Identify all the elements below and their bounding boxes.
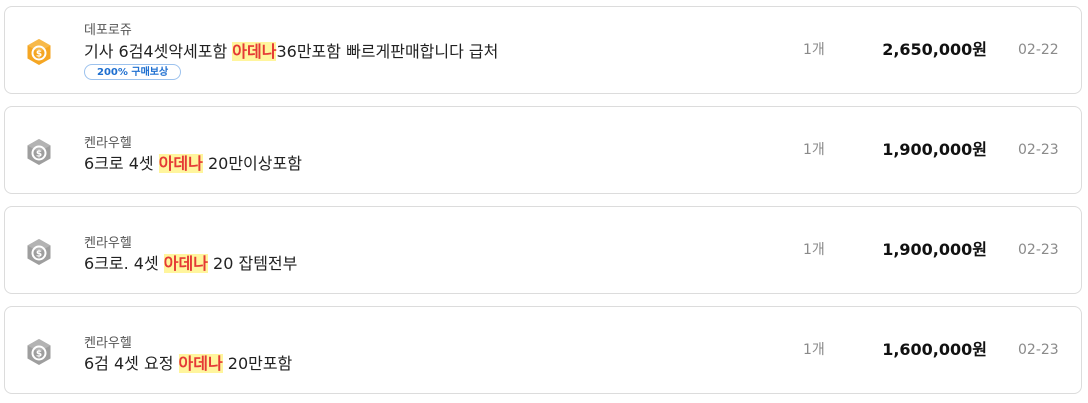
svg-text:$: $ xyxy=(36,250,42,260)
title-text: 6검 4셋 요정 xyxy=(84,354,179,373)
listing-title[interactable]: 6크로 4셋 아데나 20만이상포함 xyxy=(84,150,302,174)
date: 02-23 xyxy=(1018,242,1059,258)
svg-text:$: $ xyxy=(36,350,42,360)
title-text: 20만이상포함 xyxy=(202,154,302,173)
keyword-highlight: 아데나 xyxy=(158,154,203,173)
quantity: 1개 xyxy=(803,242,825,258)
quantity: 1개 xyxy=(803,342,825,358)
title-text: 기사 6검4셋악세포함 xyxy=(84,42,233,61)
listing-row[interactable]: $ 데포로쥬 기사 6검4셋악세포함 아데나36만포함 빠르게판매합니다 급처 … xyxy=(4,6,1082,94)
gold-hexagon-coin-icon: $ xyxy=(25,38,53,66)
keyword-highlight: 아데나 xyxy=(232,42,277,61)
listing-info: 켄라우헬 6크로. 4셋 아데나 20 잡템전부 xyxy=(84,207,764,293)
gray-hexagon-coin-icon: $ xyxy=(25,338,53,366)
date: 02-23 xyxy=(1018,342,1059,358)
listing-info: 데포로쥬 기사 6검4셋악세포함 아데나36만포함 빠르게판매합니다 급처 20… xyxy=(84,7,764,93)
price: 2,650,000원 xyxy=(882,40,987,59)
server-name: 켄라우헬 xyxy=(84,236,132,251)
listing-row[interactable]: $ 켄라우헬 6크로 4셋 아데나 20만이상포함 1개 1,900,000원 … xyxy=(4,106,1082,194)
gray-hexagon-coin-icon: $ xyxy=(25,238,53,266)
listing-info: 켄라우헬 6크로 4셋 아데나 20만이상포함 xyxy=(84,107,764,193)
listing-list: $ 데포로쥬 기사 6검4셋악세포함 아데나36만포함 빠르게판매합니다 급처 … xyxy=(0,0,1088,403)
purchase-reward-badge: 200% 구매보상 xyxy=(84,64,182,80)
listing-title[interactable]: 6검 4셋 요정 아데나 20만포함 xyxy=(84,350,292,374)
price: 1,900,000원 xyxy=(882,140,987,159)
title-text: 36만포함 빠르게판매합니다 급처 xyxy=(276,42,499,61)
server-name: 켄라우헬 xyxy=(84,136,132,151)
keyword-highlight: 아데나 xyxy=(178,354,223,373)
svg-text:$: $ xyxy=(36,150,42,160)
title-text: 6크로 4셋 xyxy=(84,154,159,173)
date: 02-23 xyxy=(1018,142,1059,158)
price: 1,600,000원 xyxy=(882,340,987,359)
title-text: 20만포함 xyxy=(222,354,293,373)
server-name: 데포로쥬 xyxy=(84,23,132,38)
title-text: 20 잡템전부 xyxy=(207,254,298,273)
listing-info: 켄라우헬 6검 4셋 요정 아데나 20만포함 xyxy=(84,307,764,393)
svg-text:$: $ xyxy=(36,50,42,60)
quantity: 1개 xyxy=(803,142,825,158)
listing-row[interactable]: $ 켄라우헬 6크로. 4셋 아데나 20 잡템전부 1개 1,900,000원… xyxy=(4,206,1082,294)
date: 02-22 xyxy=(1018,42,1059,58)
listing-title[interactable]: 6크로. 4셋 아데나 20 잡템전부 xyxy=(84,250,297,274)
keyword-highlight: 아데나 xyxy=(163,254,208,273)
quantity: 1개 xyxy=(803,42,825,58)
listing-row[interactable]: $ 켄라우헬 6검 4셋 요정 아데나 20만포함 1개 1,600,000원 … xyxy=(4,306,1082,394)
server-name: 켄라우헬 xyxy=(84,336,132,351)
listing-title[interactable]: 기사 6검4셋악세포함 아데나36만포함 빠르게판매합니다 급처 xyxy=(84,38,498,62)
title-text: 6크로. 4셋 xyxy=(84,254,164,273)
gray-hexagon-coin-icon: $ xyxy=(25,138,53,166)
price: 1,900,000원 xyxy=(882,240,987,259)
